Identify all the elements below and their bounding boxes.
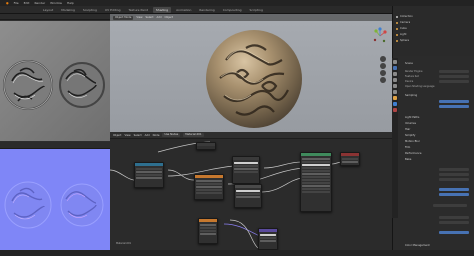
prop-section-hair[interactable]: Hair (405, 128, 410, 131)
device-dropdown[interactable] (439, 80, 469, 83)
tab-scripting[interactable]: Scripting (247, 7, 266, 13)
node-header (197, 143, 215, 146)
image-editor-header[interactable] (0, 14, 110, 20)
bake-size-field[interactable] (439, 231, 469, 234)
viewport-header: Object Mode View Select Add Object (110, 14, 392, 21)
mesh-icon (396, 27, 398, 30)
3d-viewport[interactable]: Object Mode View Select Add Object (110, 14, 392, 132)
bake-dropdown-2[interactable] (439, 173, 469, 176)
normal-map-graphic (4, 181, 104, 229)
bump-map-graphic (3, 60, 105, 110)
tab-modeling[interactable]: Modeling (58, 7, 78, 13)
prop-section-volumes[interactable]: Volumes (405, 122, 416, 125)
tab-layout[interactable]: Layout (40, 7, 56, 13)
zoom-icon[interactable] (380, 56, 386, 62)
collection-icon (396, 15, 398, 18)
view-menu[interactable]: View (136, 16, 142, 19)
node-image-texture-2[interactable] (232, 156, 260, 184)
normal-editor-header[interactable] (0, 142, 110, 149)
tool-tab-icon[interactable] (393, 60, 397, 64)
viewport-nav-buttons (380, 56, 388, 84)
node-principled-bsdf[interactable] (300, 152, 332, 212)
prop-device: Device (405, 80, 414, 83)
tab-sculpting[interactable]: Sculpting (80, 7, 100, 13)
node-image-texture-1[interactable] (134, 162, 164, 188)
normal-map-image[interactable] (0, 149, 110, 250)
output-tab-icon[interactable] (393, 72, 397, 76)
modifier-tab-icon[interactable] (393, 102, 397, 106)
axis-gizmo-icon[interactable] (372, 26, 388, 56)
outliner-item-camera[interactable]: Camera (396, 21, 472, 24)
tab-animation[interactable]: Animation (173, 7, 194, 13)
render-engine-dropdown[interactable] (439, 70, 469, 73)
prop-section-simplify[interactable]: Simplify (405, 134, 415, 137)
prop-section-bake[interactable]: Bake (405, 158, 411, 161)
outliner-item-cube[interactable]: Cube (396, 27, 472, 30)
node-bump[interactable] (234, 184, 262, 208)
bake-margin-dropdown[interactable] (439, 221, 469, 224)
status-bar (110, 250, 474, 256)
prop-osl[interactable]: Open Shading Language (405, 85, 434, 88)
render-tab-icon[interactable] (393, 66, 397, 70)
bake-output-dropdown[interactable] (439, 216, 469, 219)
tab-uv-editing[interactable]: UV Editing (102, 7, 124, 13)
prop-section-light-paths[interactable]: Light Paths (405, 116, 419, 119)
bake-dropdown-1[interactable] (439, 168, 469, 171)
outliner-item-collection[interactable]: Collection (396, 15, 472, 18)
shader-node-editor[interactable]: Object View Select Add Node Use Nodes Ma… (110, 132, 392, 256)
bake-dropdown-3[interactable] (439, 178, 469, 181)
world-tab-icon[interactable] (393, 90, 397, 94)
samples-field[interactable] (439, 100, 469, 103)
mesh-icon (396, 39, 398, 42)
bake-button[interactable] (433, 204, 467, 207)
properties-tabs (392, 58, 398, 218)
properties-editor: Scene Render Engine Feature Set Device O… (392, 56, 474, 256)
view-layer-tab-icon[interactable] (393, 78, 397, 82)
object-menu[interactable]: Object (165, 16, 173, 19)
outliner-item-light[interactable]: Light (396, 33, 472, 36)
scene-tab-icon[interactable] (393, 84, 397, 88)
tab-shading[interactable]: Shading (152, 7, 172, 13)
prop-section-performance[interactable]: Performance (405, 152, 421, 155)
node-frame-small[interactable] (196, 142, 216, 150)
sphere-pattern (219, 44, 289, 116)
textured-sphere[interactable] (206, 30, 302, 128)
light-icon (396, 33, 398, 36)
node-normal-map[interactable] (258, 228, 278, 250)
select-menu[interactable]: Select (146, 16, 154, 19)
viewport-samples-field[interactable] (439, 105, 469, 108)
bake-margin-field[interactable] (439, 188, 469, 191)
node-material-output[interactable] (340, 152, 360, 166)
tab-compositing[interactable]: Compositing (220, 7, 245, 13)
hand-icon[interactable] (380, 63, 386, 69)
add-menu[interactable]: Add (157, 16, 162, 19)
material-tab-icon[interactable] (393, 108, 397, 112)
camera-icon (396, 21, 398, 24)
mode-dropdown[interactable]: Object Mode (113, 15, 134, 20)
grid-icon[interactable] (380, 77, 386, 83)
outliner-item-sphere[interactable]: Sphere (396, 39, 472, 42)
camera-icon[interactable] (380, 70, 386, 76)
prop-section-motion-blur[interactable]: Motion Blur (405, 140, 420, 143)
left-footer (0, 250, 110, 256)
object-tab-icon[interactable] (393, 96, 397, 100)
bump-map-image[interactable] (0, 21, 110, 141)
tab-texture-paint[interactable]: Texture Paint (126, 7, 151, 13)
prop-render-engine: Render Engine (405, 70, 423, 73)
outliner: Collection Camera Cube Light Sphere (392, 6, 474, 56)
node-texture-coord[interactable] (194, 174, 224, 200)
feature-set-dropdown[interactable] (439, 75, 469, 78)
prop-section-film[interactable]: Film (405, 146, 410, 149)
tab-rendering[interactable]: Rendering (196, 7, 217, 13)
prop-section-scene[interactable]: Scene (405, 62, 413, 65)
prop-section-sampling[interactable]: Sampling (405, 94, 417, 97)
node-editor-material-label: Material.001 (116, 242, 132, 245)
prop-section-color-management[interactable]: Color Management (405, 244, 430, 247)
prop-feature-set: Feature Set (405, 75, 419, 78)
node-mapping[interactable] (198, 218, 218, 244)
bake-extrusion-field[interactable] (439, 193, 469, 196)
